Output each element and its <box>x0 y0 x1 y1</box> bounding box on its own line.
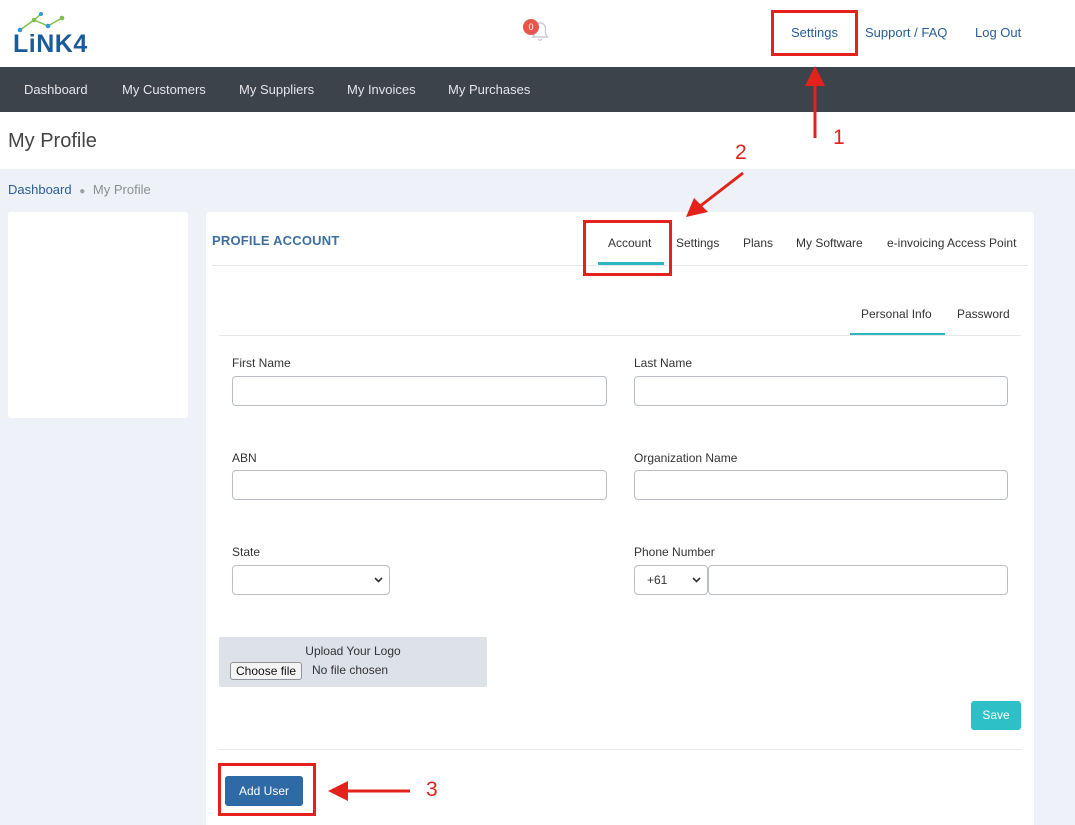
arrow-to-account-tab <box>686 171 744 217</box>
page-title: My Profile <box>8 130 97 152</box>
nav-item-my-purchases[interactable]: My Purchases <box>448 82 530 97</box>
last-name-input[interactable] <box>634 376 1008 406</box>
abn-label: ABN <box>232 451 257 465</box>
support-faq-link[interactable]: Support / FAQ <box>865 25 947 40</box>
tab-my-software[interactable]: My Software <box>796 236 863 250</box>
profile-account-card: PROFILE ACCOUNT Account Settings Plans M… <box>206 212 1034 825</box>
nav-item-my-invoices[interactable]: My Invoices <box>347 82 416 97</box>
annotation-box-settings <box>771 10 858 56</box>
first-name-label: First Name <box>232 356 291 370</box>
organization-name-input[interactable] <box>634 470 1008 500</box>
tab-e-invoicing-access-point[interactable]: e-invoicing Access Point <box>887 236 1016 250</box>
state-select[interactable] <box>232 565 390 595</box>
breadcrumb-separator: ● <box>79 186 86 197</box>
phone-number-input[interactable] <box>708 565 1008 595</box>
choose-file-button[interactable]: Choose file <box>230 662 303 680</box>
phone-code-select[interactable]: +61 <box>634 565 708 595</box>
top-header: LiNK4 0 Settings Support / FAQ Log Out <box>0 0 1075 67</box>
breadcrumb: Dashboard ● My Profile <box>8 182 151 197</box>
tab-settings[interactable]: Settings <box>676 236 719 250</box>
subtab-personal-info[interactable]: Personal Info <box>861 307 932 321</box>
annotation-number-3: 3 <box>426 778 438 801</box>
annotation-box-account-tab <box>583 220 672 276</box>
link4-logo[interactable]: LiNK4 <box>12 12 102 58</box>
main-nav: Dashboard My Customers My Suppliers My I… <box>0 67 1075 112</box>
logout-link[interactable]: Log Out <box>975 25 1021 40</box>
nav-item-my-suppliers[interactable]: My Suppliers <box>239 82 314 97</box>
profile-side-card <box>8 212 188 418</box>
annotation-number-1: 1 <box>833 126 845 149</box>
chevron-down-icon <box>692 577 701 583</box>
no-file-chosen-text: No file chosen <box>312 663 389 677</box>
nav-item-dashboard[interactable]: Dashboard <box>24 82 88 97</box>
organization-name-label: Organization Name <box>634 451 738 465</box>
abn-input[interactable] <box>232 470 607 500</box>
form-divider <box>219 749 1021 750</box>
annotation-number-2: 2 <box>735 141 747 164</box>
save-button[interactable]: Save <box>971 701 1021 730</box>
phone-number-label: Phone Number <box>634 545 715 559</box>
phone-code-value: +61 <box>647 573 668 587</box>
annotation-box-add-user <box>218 763 316 816</box>
tab-plans[interactable]: Plans <box>743 236 773 250</box>
last-name-label: Last Name <box>634 356 693 370</box>
logo-text: LiNK4 <box>13 30 88 58</box>
breadcrumb-current: My Profile <box>92 182 151 197</box>
first-name-input[interactable] <box>232 376 607 406</box>
title-bar: My Profile <box>0 112 1075 169</box>
state-label: State <box>232 545 261 559</box>
nav-item-my-customers[interactable]: My Customers <box>122 82 206 97</box>
chevron-down-icon <box>374 577 383 583</box>
breadcrumb-dashboard-link[interactable]: Dashboard <box>8 182 72 197</box>
notification-badge: 0 <box>523 19 539 35</box>
logo-upload: Upload Your Logo Choose file No file cho… <box>219 637 487 687</box>
card-title: PROFILE ACCOUNT <box>212 233 340 248</box>
subtab-password[interactable]: Password <box>957 307 1010 321</box>
subtabs-divider <box>219 335 1021 336</box>
upload-logo-title: Upload Your Logo <box>305 644 401 658</box>
